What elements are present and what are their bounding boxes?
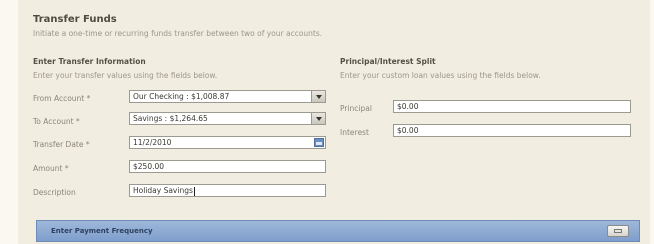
payment-frequency-header[interactable]: Enter Payment Frequency xyxy=(36,220,640,242)
principal-value: $0.00 xyxy=(397,102,419,111)
transfer-funds-panel: Transfer Funds Initiate a one-time or re… xyxy=(18,0,650,244)
page-title: Transfer Funds xyxy=(33,14,117,25)
principal-input[interactable]: $0.00 xyxy=(393,100,631,113)
amount-value: $250.00 xyxy=(133,162,165,171)
from-account-label: From Account * xyxy=(33,94,91,103)
from-account-value: Our Checking : $1,008.87 xyxy=(133,92,230,101)
chevron-down-icon xyxy=(315,116,322,121)
amount-label: Amount * xyxy=(33,164,69,173)
chevron-down-icon xyxy=(315,94,322,99)
description-input[interactable]: Holiday Savings xyxy=(129,184,326,197)
from-account-dropdown-button[interactable] xyxy=(311,91,325,102)
split-description: Enter your custom loan values using the … xyxy=(340,71,541,80)
description-value: Holiday Savings xyxy=(133,186,193,195)
amount-input[interactable]: $250.00 xyxy=(129,160,326,173)
page-subtitle: Initiate a one-time or recurring funds t… xyxy=(33,29,323,38)
description-label: Description xyxy=(33,188,76,197)
transfer-info-description: Enter your transfer values using the fie… xyxy=(33,71,218,80)
interest-label: Interest xyxy=(340,128,369,137)
text-cursor xyxy=(193,186,195,196)
transfer-info-heading: Enter Transfer Information xyxy=(33,57,146,66)
split-heading: Principal/Interest Split xyxy=(340,57,436,66)
payment-frequency-label: Enter Payment Frequency xyxy=(51,227,153,235)
expand-section-button[interactable] xyxy=(607,225,629,237)
calendar-icon[interactable] xyxy=(314,138,324,147)
to-account-value: Savings : $1,264.65 xyxy=(133,114,208,123)
interest-input[interactable]: $0.00 xyxy=(393,124,631,137)
from-account-select[interactable]: Our Checking : $1,008.87 xyxy=(129,90,326,103)
transfer-date-input[interactable]: 11/2/2010 xyxy=(129,136,326,149)
transfer-date-value: 11/2/2010 xyxy=(133,138,172,147)
interest-value: $0.00 xyxy=(397,126,419,135)
transfer-date-label: Transfer Date * xyxy=(33,140,90,149)
to-account-select[interactable]: Savings : $1,264.65 xyxy=(129,112,326,125)
to-account-dropdown-button[interactable] xyxy=(311,113,325,124)
to-account-label: To Account * xyxy=(33,117,80,126)
principal-label: Principal xyxy=(340,104,372,113)
